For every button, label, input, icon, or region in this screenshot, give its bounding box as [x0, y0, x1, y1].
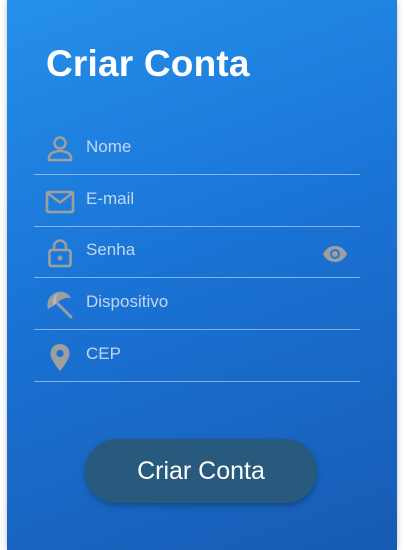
password-placeholder: Senha [86, 240, 136, 259]
page-title: Criar Conta [46, 43, 250, 84]
beach-umbrella-icon [44, 289, 76, 321]
cep-field[interactable]: CEP [34, 331, 360, 382]
email-placeholder: E-mail [86, 189, 135, 208]
create-account-button[interactable]: Criar Conta [85, 439, 317, 503]
name-placeholder: Nome [86, 137, 132, 156]
device-placeholder: Dispositivo [86, 292, 169, 311]
lock-icon [44, 237, 76, 269]
password-field[interactable]: Senha [34, 227, 360, 278]
signup-card: Criar Conta Nome E-mail Senha Dispositiv… [7, 0, 397, 550]
mail-icon [44, 186, 76, 218]
cep-placeholder: CEP [86, 344, 121, 363]
person-icon [44, 134, 76, 166]
name-field[interactable]: Nome [34, 124, 360, 175]
eye-icon[interactable] [322, 241, 348, 267]
device-field[interactable]: Dispositivo [34, 279, 360, 330]
email-field[interactable]: E-mail [34, 176, 360, 227]
location-pin-icon [44, 341, 76, 373]
